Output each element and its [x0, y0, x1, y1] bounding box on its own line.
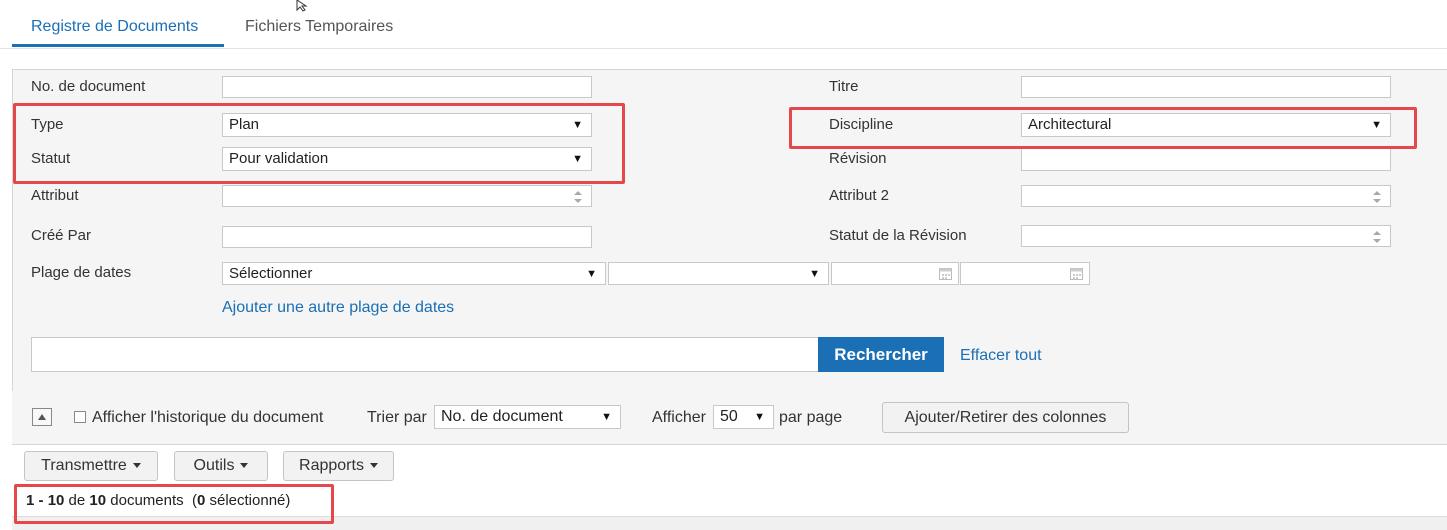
- show-history-label: Afficher l'historique du document: [92, 409, 324, 426]
- created-by-label: Créé Par: [31, 227, 92, 244]
- title-label: Titre: [829, 78, 859, 95]
- date-range-type-select[interactable]: Sélectionner ▼: [222, 262, 606, 285]
- transmit-button-label: Transmettre: [41, 457, 127, 474]
- attribute2-select[interactable]: [1021, 185, 1391, 207]
- tab-registre-documents[interactable]: Registre de Documents: [31, 18, 198, 36]
- collapse-up-icon[interactable]: [32, 408, 52, 426]
- caret-down-icon: [369, 463, 378, 469]
- date-to-input[interactable]: [960, 262, 1090, 285]
- attribute-label: Attribut: [31, 187, 79, 204]
- doc-number-label: No. de document: [31, 78, 146, 95]
- revision-status-select[interactable]: [1021, 225, 1391, 247]
- calendar-icon[interactable]: [1070, 267, 1083, 280]
- reports-button[interactable]: Rapports: [283, 451, 394, 481]
- show-history-checkbox[interactable]: [74, 411, 86, 423]
- tools-button-label: Outils: [193, 457, 235, 474]
- sort-by-label: Trier par: [367, 409, 427, 426]
- dropdown-arrow-icon: ▼: [809, 268, 820, 280]
- doc-number-input[interactable]: [222, 76, 592, 98]
- search-button[interactable]: Rechercher: [818, 337, 944, 372]
- tab-bar: Registre de Documents Fichiers Temporair…: [0, 0, 1447, 49]
- active-tab-indicator: [12, 44, 224, 47]
- sort-by-value: No. de document: [441, 408, 563, 425]
- page-size-value: 50: [720, 408, 738, 425]
- date-range-field-select[interactable]: ▼: [608, 262, 829, 285]
- show-count-label: Afficher: [652, 409, 706, 426]
- caret-down-icon: [240, 463, 249, 469]
- calendar-icon[interactable]: [939, 267, 952, 280]
- updown-arrow-icon: [1373, 231, 1381, 243]
- dropdown-arrow-icon: ▼: [754, 411, 765, 423]
- annotation-box-results: [14, 484, 334, 524]
- updown-arrow-icon: [574, 191, 582, 203]
- revision-label: Révision: [829, 150, 887, 167]
- date-range-label: Plage de dates: [31, 264, 132, 281]
- attribute-select[interactable]: [222, 185, 592, 207]
- revision-input[interactable]: [1021, 147, 1391, 171]
- keyword-search-input[interactable]: [31, 337, 819, 372]
- sort-by-select[interactable]: No. de document ▼: [434, 405, 621, 429]
- attribute2-label: Attribut 2: [829, 187, 890, 204]
- created-by-input[interactable]: [222, 226, 592, 248]
- revision-status-label: Statut de la Révision: [829, 227, 967, 244]
- annotation-box-type-status: [13, 103, 625, 184]
- updown-arrow-icon: [1373, 191, 1381, 203]
- tools-button[interactable]: Outils: [174, 451, 268, 481]
- annotation-box-discipline: [789, 107, 1417, 149]
- page-size-select[interactable]: 50 ▼: [713, 405, 774, 429]
- dropdown-arrow-icon: ▼: [601, 411, 612, 423]
- add-remove-columns-button[interactable]: Ajouter/Retirer des colonnes: [882, 402, 1129, 433]
- date-range-select-value: Sélectionner: [229, 265, 313, 282]
- title-input[interactable]: [1021, 76, 1391, 98]
- tab-fichiers-temporaires[interactable]: Fichiers Temporaires: [245, 18, 393, 36]
- clear-all-link[interactable]: Effacer tout: [960, 347, 1042, 365]
- dropdown-arrow-icon: ▼: [586, 268, 597, 280]
- date-from-input[interactable]: [831, 262, 959, 285]
- reports-button-label: Rapports: [299, 457, 364, 474]
- per-page-label: par page: [779, 409, 843, 426]
- caret-down-icon: [132, 463, 141, 469]
- transmit-button[interactable]: Transmettre: [24, 451, 158, 481]
- add-date-range-link[interactable]: Ajouter une autre plage de dates: [222, 299, 454, 317]
